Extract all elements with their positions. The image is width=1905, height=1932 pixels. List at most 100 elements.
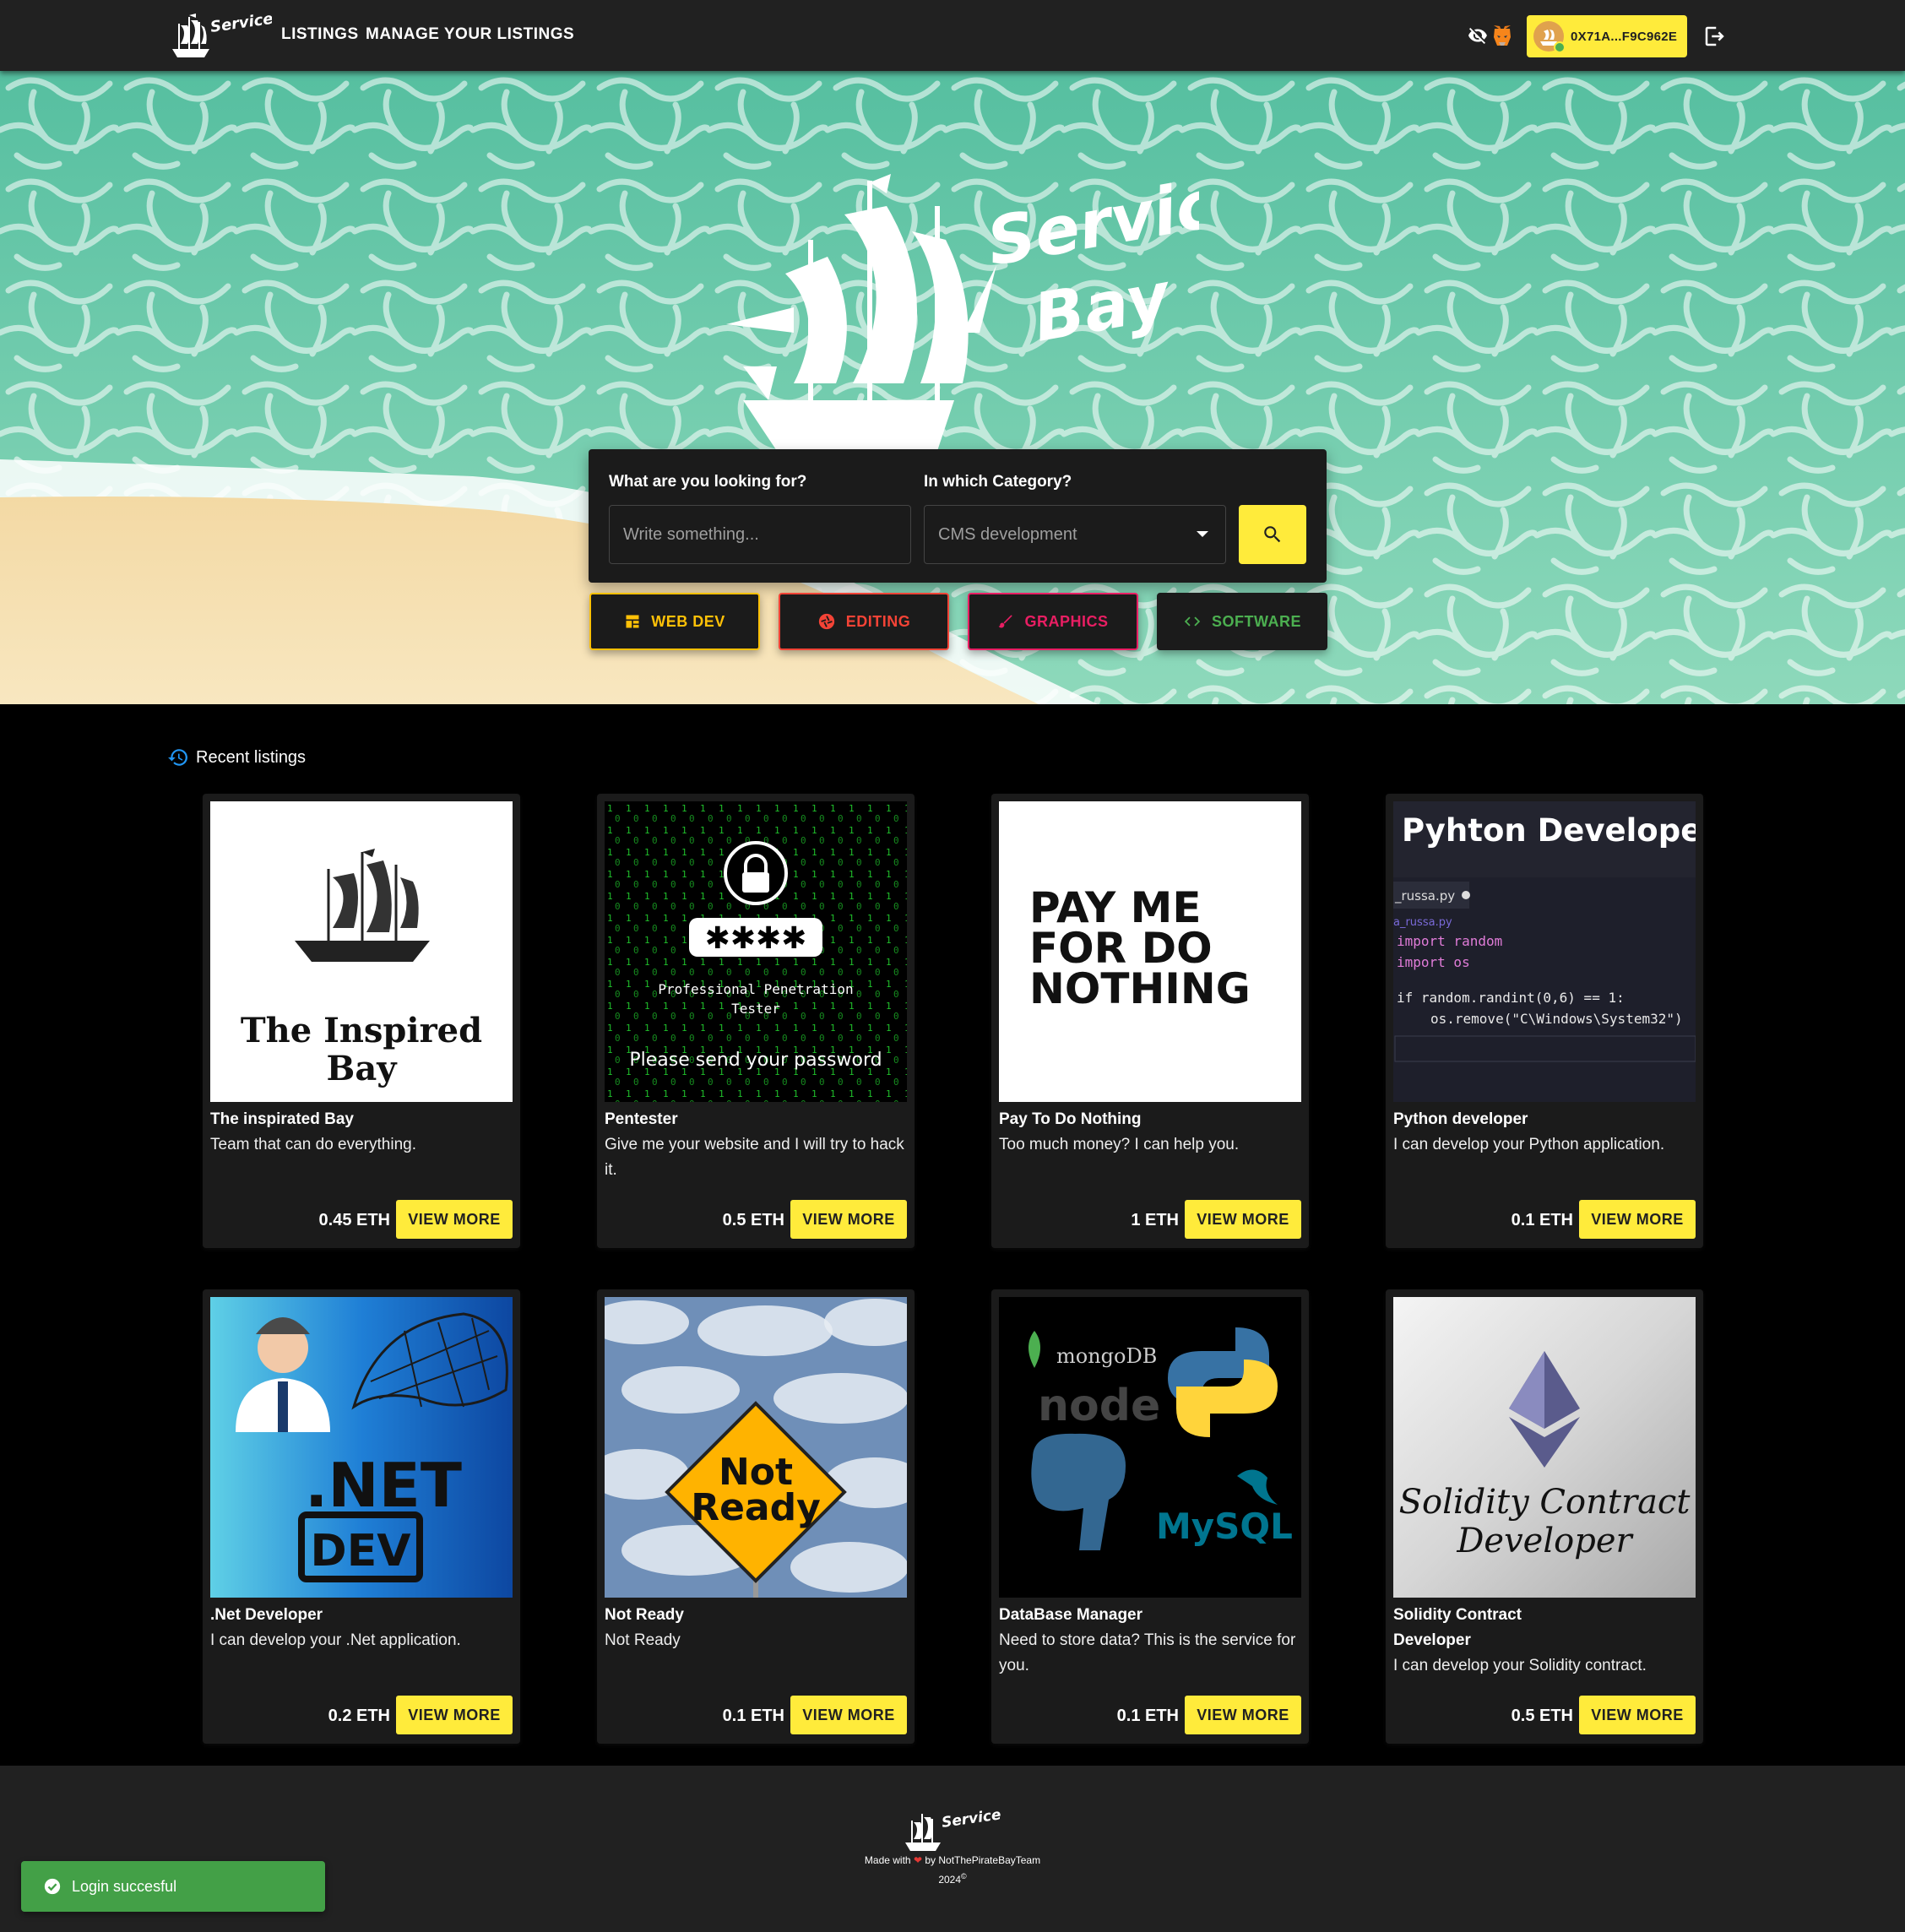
check-circle-icon — [44, 1878, 61, 1895]
service-bay-logo[interactable]: Service Bay — [167, 10, 272, 61]
history-icon — [168, 749, 187, 766]
search-query-label: What are you looking for? — [609, 473, 807, 491]
shutter-icon — [818, 613, 834, 630]
listing-description: I can develop your Solidity contract. — [1393, 1657, 1647, 1674]
listing-title: Pentester — [605, 1110, 678, 1128]
ship-illustration: The Inspired Bay — [241, 849, 482, 1088]
listing-description: Team that can do everything. — [210, 1136, 416, 1153]
listing-description: Need to store data? This is the service … — [999, 1631, 1296, 1674]
solidity-illustration: Solidity Contract Developer — [1393, 1297, 1696, 1598]
code-line-4: os.remove("C\Windows\System32") — [1430, 1011, 1683, 1027]
listing-card: The Inspired Bay The inspirated Bay Team… — [203, 794, 520, 1248]
listing-image: mongoDB node MySQL — [999, 1297, 1301, 1598]
view-more-button[interactable]: VIEW MORE — [790, 1696, 907, 1734]
search-panel: What are you looking for? In which Categ… — [589, 449, 1327, 583]
visibility-off-icon[interactable] — [1468, 25, 1488, 46]
listing-card: Solidity Contract Developer Solidity Con… — [1386, 1289, 1703, 1744]
code-icon — [1184, 616, 1201, 627]
view-more-button[interactable]: VIEW MORE — [1579, 1696, 1696, 1734]
image-text-mysql: MySQL — [1156, 1506, 1293, 1547]
view-more-button[interactable]: VIEW MORE — [1185, 1200, 1301, 1239]
search-input[interactable] — [609, 505, 911, 564]
listing-image: 1 0 ✱✱✱✱ Professional Penetration Tester… — [605, 801, 907, 1102]
listing-title: .Net Developer — [210, 1606, 323, 1624]
password-stars: ✱✱✱✱ — [705, 921, 807, 956]
listing-price: 0.1 ETH — [1116, 1707, 1179, 1725]
search-icon — [1264, 526, 1281, 543]
listing-price: 0.1 ETH — [722, 1707, 784, 1725]
category-software-button[interactable]: SOFTWARE — [1157, 593, 1327, 650]
category-label: In which Category? — [924, 473, 1072, 491]
listing-image: Not Ready — [605, 1297, 907, 1598]
view-more-button[interactable]: VIEW MORE — [396, 1696, 513, 1734]
category-web-dev-button[interactable]: WEB DEV — [589, 593, 760, 650]
search-button[interactable] — [1239, 505, 1306, 564]
recent-listings-title: Recent listings — [196, 747, 307, 767]
image-text-tester: Tester — [731, 1001, 780, 1017]
recent-listings-heading: Recent listings — [167, 746, 306, 768]
view-more-button[interactable]: VIEW MORE — [396, 1200, 513, 1239]
net-dev-illustration: .NET DEV — [210, 1297, 513, 1598]
made-with-prefix: Made with — [864, 1854, 911, 1866]
database-logos-illustration: mongoDB node MySQL — [1028, 1327, 1293, 1550]
file-tab-name: _russa.py — [1394, 888, 1455, 904]
listing-description: I can develop your Python application. — [1393, 1136, 1665, 1153]
category-web-dev-label: WEB DEV — [651, 612, 725, 630]
listing-image: PAY ME FOR DO NOTHING — [999, 801, 1301, 1102]
category-graphics-button[interactable]: GRAPHICS — [968, 593, 1138, 650]
code-line-3: if random.randint(0,6) == 1: — [1397, 990, 1625, 1006]
made-with-suffix: by NotThePirateBayTeam — [925, 1854, 1041, 1866]
listing-price: 0.5 ETH — [1511, 1707, 1573, 1725]
listing-title: Not Ready — [605, 1606, 684, 1624]
category-graphics-label: GRAPHICS — [1024, 612, 1109, 630]
logout-icon[interactable] — [1702, 24, 1728, 49]
login-success-toast[interactable]: Login succesful — [21, 1861, 325, 1912]
image-text-professional: Professional Penetration — [658, 981, 853, 997]
image-text-node: node — [1038, 1381, 1160, 1431]
nav-listings-link[interactable]: LISTINGS — [281, 25, 359, 44]
wallet-address-button[interactable]: 0X71A...F9C962E — [1527, 15, 1687, 57]
listing-price: 0.5 ETH — [722, 1211, 784, 1229]
view-more-button[interactable]: VIEW MORE — [790, 1200, 907, 1239]
hero-service-bay-logo: Service Bay — [726, 159, 1199, 451]
image-heading: Pyhton Developer — [1402, 812, 1696, 849]
category-editing-button[interactable]: EDITING — [779, 593, 949, 650]
listing-price: 1 ETH — [1131, 1211, 1179, 1229]
image-text-net: .NET — [305, 1450, 462, 1521]
listing-card: Pyhton Developer _russa.py a_russa.py im… — [1386, 794, 1703, 1248]
category-editing-label: EDITING — [845, 612, 911, 630]
file-breadcrumb: a_russa.py — [1393, 916, 1452, 929]
listing-card: .NET DEV .Net Developer I can develop yo… — [203, 1289, 520, 1744]
nav-manage-listings-link[interactable]: MANAGE YOUR LISTINGS — [366, 25, 574, 44]
wallet-avatar — [1533, 21, 1566, 53]
image-text-line-3: NOTHING — [1029, 964, 1251, 1013]
view-more-button[interactable]: VIEW MORE — [1185, 1696, 1301, 1734]
listing-card: PAY ME FOR DO NOTHING Pay To Do Nothing … — [991, 794, 1309, 1248]
image-text-password: Please send your password — [629, 1050, 882, 1071]
dropdown-arrow-icon — [1197, 531, 1208, 537]
image-text-line-1: The Inspired — [241, 1011, 482, 1050]
pay-me-illustration: PAY ME FOR DO NOTHING — [1029, 883, 1251, 1013]
image-text-line-1: Solidity Contract — [1399, 1483, 1691, 1522]
image-text-line-2: Developer — [1456, 1522, 1634, 1560]
image-text-line-2: Bay — [327, 1049, 399, 1088]
listing-image: The Inspired Bay — [210, 801, 513, 1102]
listing-title: Python developer — [1393, 1110, 1528, 1128]
toast-message: Login succesful — [72, 1877, 177, 1895]
copyright-symbol: © — [961, 1872, 967, 1880]
listing-title: Solidity Contract Developer — [1393, 1606, 1522, 1649]
listing-description: Too much money? I can help you. — [999, 1136, 1240, 1153]
image-text-dev: DEV — [311, 1526, 411, 1577]
brand-text: Service Bay — [209, 10, 272, 36]
metamask-fox-icon[interactable] — [1491, 24, 1513, 47]
not-ready-sign-illustration: Not Ready — [605, 1297, 907, 1598]
heart-icon: ❤ — [913, 1854, 923, 1866]
listing-description: Give me your website and I will try to h… — [605, 1136, 904, 1179]
hero-banner: Service Bay What are you looking for? In… — [0, 71, 1905, 704]
view-more-button[interactable]: VIEW MORE — [1579, 1200, 1696, 1239]
listing-card: Not Ready Not Ready Not Ready 0.1 ETH VI… — [597, 1289, 915, 1744]
category-select[interactable]: CMS development — [924, 505, 1226, 564]
listing-image: Solidity Contract Developer — [1393, 1297, 1696, 1598]
hero-logo-word-service: Service — [982, 159, 1199, 281]
image-text-ready: Ready — [691, 1486, 821, 1529]
